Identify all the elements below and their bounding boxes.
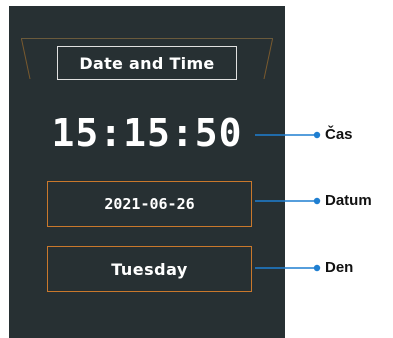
day-field[interactable]: Tuesday <box>47 246 252 292</box>
date-callout-dot <box>313 197 321 205</box>
time-callout-label: Čas <box>325 126 353 143</box>
device-screen: Date and Time 15:15:50 2021-06-26 Tuesda… <box>9 6 285 338</box>
time-display: 15:15:50 <box>51 111 243 155</box>
date-callout-label: Datum <box>325 192 372 209</box>
screen-title: Date and Time <box>57 46 237 80</box>
day-callout-dot <box>313 264 321 272</box>
time-callout-dot <box>313 131 321 139</box>
day-callout-label: Den <box>325 259 354 276</box>
date-field[interactable]: 2021-06-26 <box>47 181 252 227</box>
